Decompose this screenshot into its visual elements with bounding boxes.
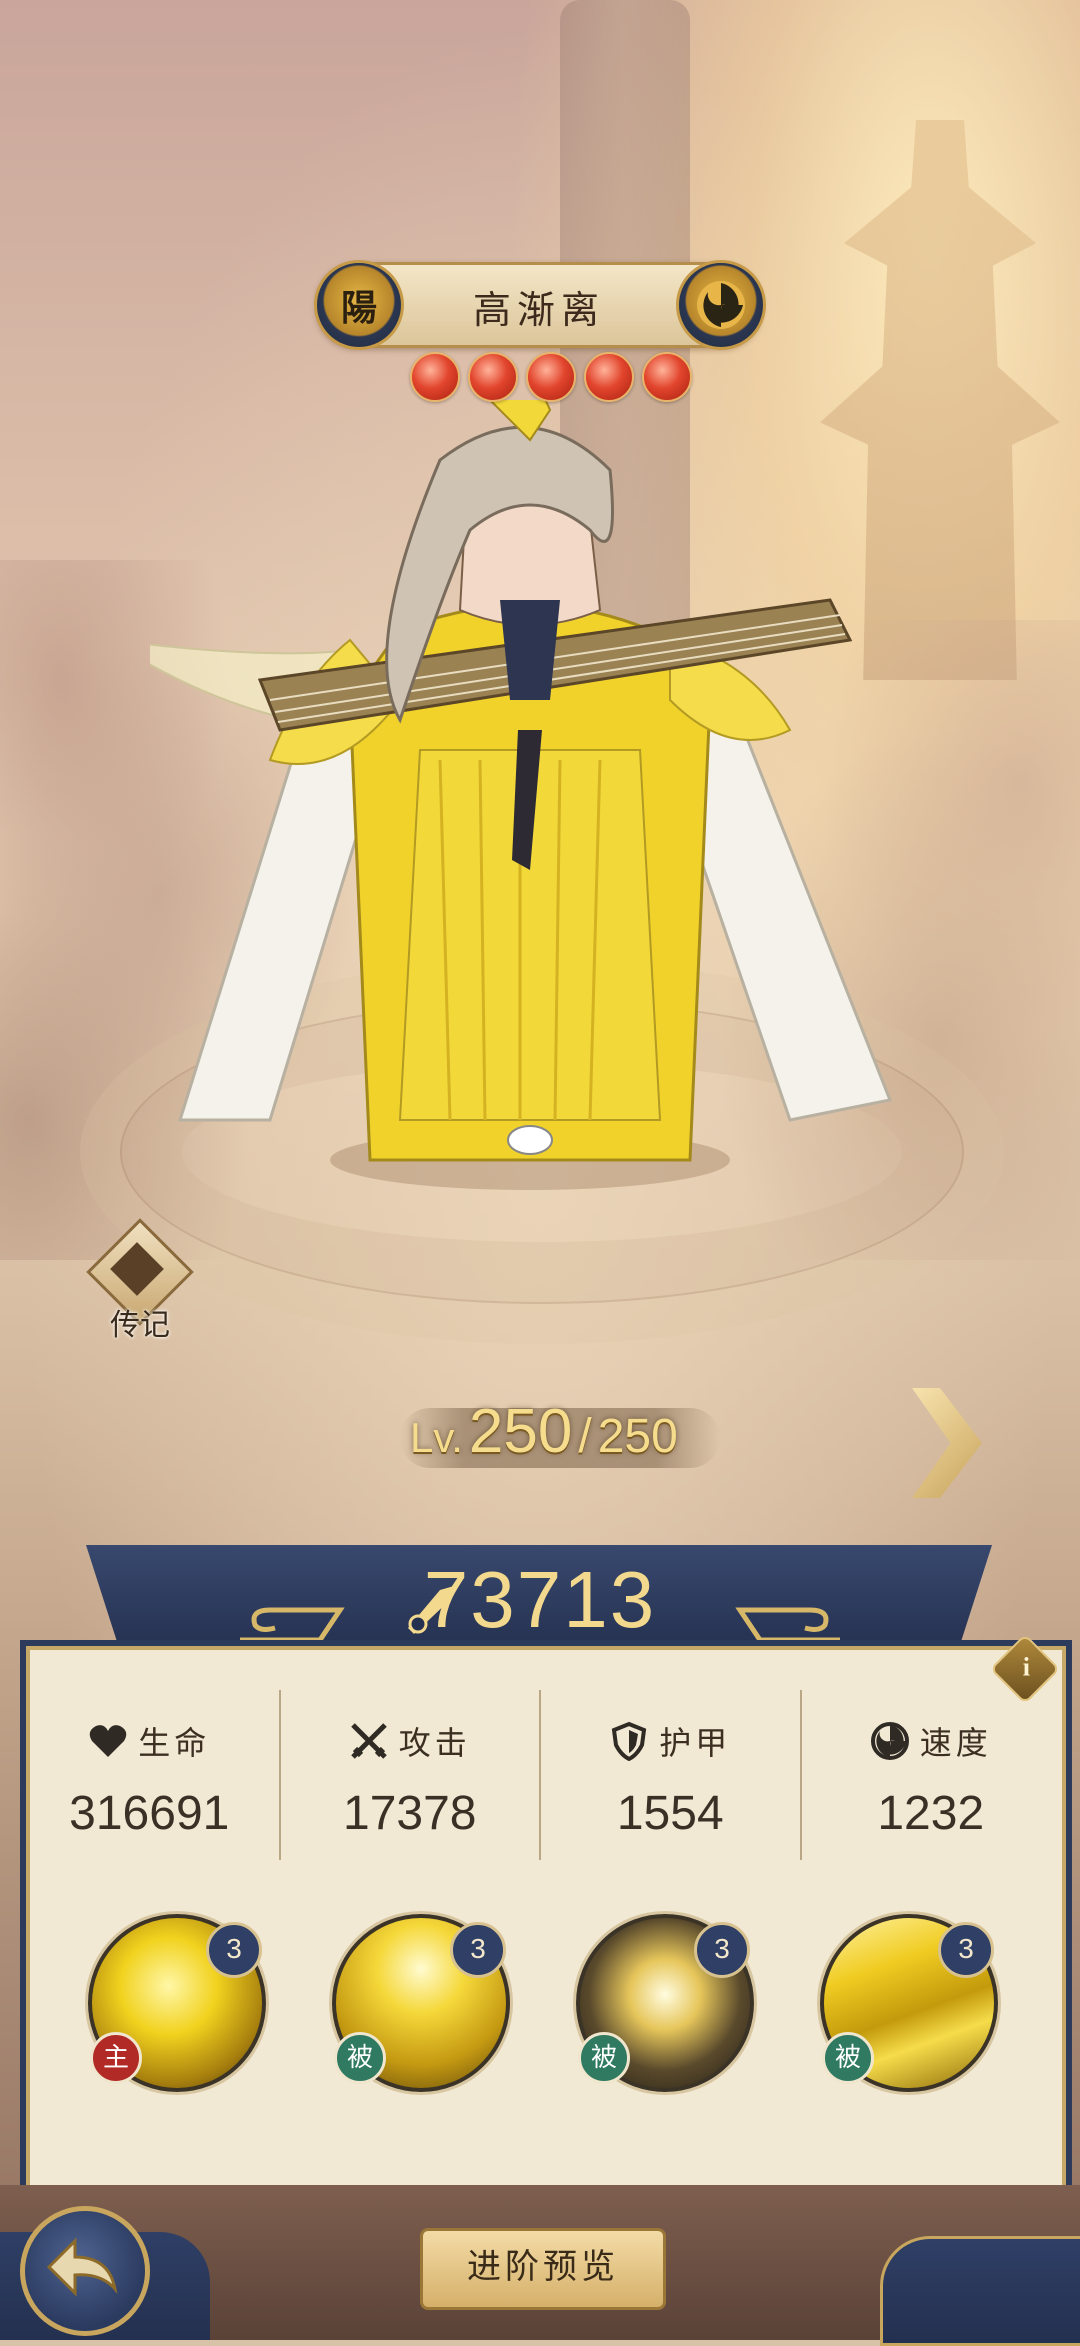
stat-label: 生命 <box>138 1724 211 1762</box>
swirl-icon <box>870 1722 909 1760</box>
skill-slot-4[interactable]: 3 被 <box>820 1914 998 2092</box>
stat-value: 1554 <box>616 1787 724 1840</box>
skill-level-badge: 3 <box>450 1922 506 1978</box>
stat-value: 17378 <box>343 1787 477 1840</box>
hero-illustration[interactable] <box>150 400 910 1200</box>
skill-level-badge: 3 <box>694 1922 750 1978</box>
level-max: 250 <box>597 1410 678 1463</box>
stat-hp[interactable]: 生命 316691 <box>20 1690 279 1860</box>
skill-slot-1[interactable]: 3 主 <box>88 1914 266 2092</box>
lore-label: 传记 <box>110 1308 170 1343</box>
star-rating <box>410 352 692 402</box>
star-icon <box>468 352 518 402</box>
skill-type-tag: 主 <box>90 2032 142 2084</box>
element-swirl-icon[interactable] <box>676 260 766 350</box>
star-icon <box>410 352 460 402</box>
combat-power-value: 73713 <box>423 1555 657 1644</box>
faction-badge-icon[interactable]: 陽 <box>314 260 404 350</box>
hero-level: Lv. 250 / 250 <box>410 1396 678 1466</box>
star-icon <box>584 352 634 402</box>
stat-label-row: 速度 <box>802 1718 1061 1764</box>
stat-label-row: 生命 <box>20 1718 279 1764</box>
stat-label: 护甲 <box>659 1724 732 1762</box>
heart-icon <box>89 1725 127 1757</box>
skill-type-tag: 被 <box>334 2032 386 2084</box>
skill-type-tag: 被 <box>822 2032 874 2084</box>
star-icon <box>526 352 576 402</box>
advance-preview-button[interactable]: 进阶预览 <box>420 2228 666 2310</box>
stat-label-row: 护甲 <box>541 1718 800 1764</box>
back-button[interactable] <box>20 2206 150 2336</box>
stat-attack[interactable]: 攻击 17378 <box>278 1690 540 1860</box>
stat-value: 1232 <box>877 1787 985 1840</box>
level-separator: / <box>578 1410 592 1463</box>
skill-slot-3[interactable]: 3 被 <box>576 1914 754 2092</box>
skill-level-badge: 3 <box>206 1922 262 1978</box>
skills-row: 3 主 3 被 3 被 3 被 <box>20 1906 1060 2096</box>
stat-armor[interactable]: 护甲 1554 <box>539 1690 800 1860</box>
star-icon <box>642 352 692 402</box>
level-prefix: Lv. <box>410 1414 463 1461</box>
stat-value: 316691 <box>69 1787 230 1840</box>
stat-label-row: 攻击 <box>281 1718 540 1764</box>
stat-label: 速度 <box>919 1724 992 1762</box>
stats-row: 生命 316691 攻击 17378 护甲 1554 速度 1232 <box>20 1690 1060 1860</box>
lore-button[interactable]: 传记 <box>84 1218 194 1343</box>
stat-speed[interactable]: 速度 1232 <box>799 1690 1061 1860</box>
skill-level-badge: 3 <box>938 1922 994 1978</box>
stat-label: 攻击 <box>398 1724 471 1762</box>
back-arrow-icon <box>46 2237 118 2297</box>
crossed-swords-icon <box>350 1723 387 1759</box>
skill-slot-2[interactable]: 3 被 <box>332 1914 510 2092</box>
info-glyph: i <box>1022 1652 1031 1682</box>
level-current: 250 <box>468 1397 573 1466</box>
skill-type-tag: 被 <box>578 2032 630 2084</box>
faction-glyph: 陽 <box>340 288 377 329</box>
shield-icon <box>612 1721 647 1761</box>
cloud-scroll-decoration <box>880 2236 1080 2346</box>
